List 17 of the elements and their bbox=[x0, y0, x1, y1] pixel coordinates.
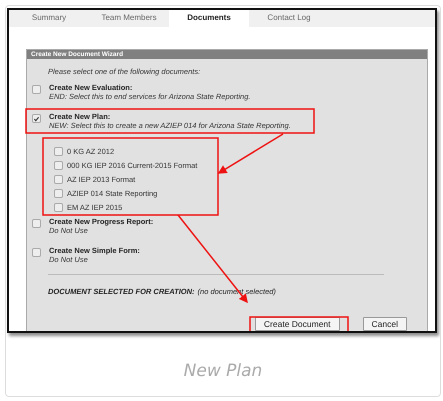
tab[interactable]: Documents bbox=[169, 10, 249, 27]
checkbox[interactable] bbox=[32, 85, 41, 94]
tab[interactable]: Summary bbox=[9, 10, 89, 27]
cancel-button[interactable]: Cancel bbox=[362, 317, 407, 331]
checkbox[interactable] bbox=[32, 114, 41, 123]
create-document-button[interactable]: Create Document bbox=[254, 317, 340, 331]
checkbox[interactable] bbox=[54, 188, 63, 198]
arrow bbox=[218, 133, 284, 174]
checkbox[interactable] bbox=[32, 219, 41, 228]
checkbox[interactable] bbox=[54, 202, 63, 212]
tab[interactable]: Contact Log bbox=[249, 10, 329, 27]
checkbox[interactable] bbox=[54, 160, 63, 170]
checkbox[interactable] bbox=[54, 146, 63, 156]
checkbox[interactable] bbox=[32, 248, 41, 257]
checkbox[interactable] bbox=[54, 174, 63, 184]
figure-caption: New Plan bbox=[182, 361, 264, 381]
tab[interactable]: Team Members bbox=[89, 10, 169, 27]
